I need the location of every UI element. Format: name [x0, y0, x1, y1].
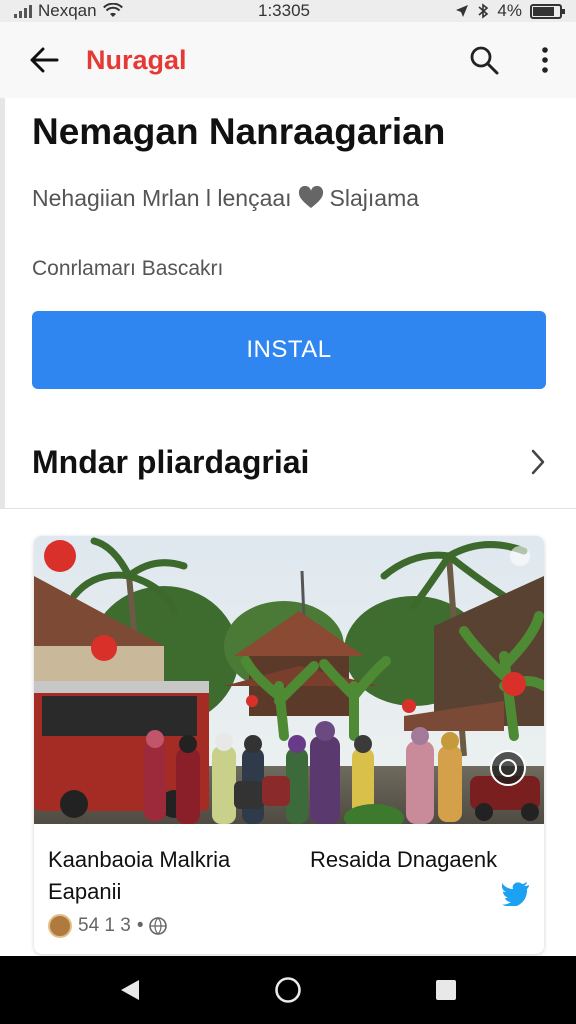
- subtitle-developer[interactable]: Nehagiian Mrlan l lençaaı: [32, 182, 292, 214]
- heart-icon: [298, 186, 323, 208]
- app-bar: Nuragal: [0, 22, 576, 98]
- install-button[interactable]: INSTAL: [32, 311, 546, 389]
- subtitle-category[interactable]: Slajıama: [330, 182, 419, 214]
- card-title-left: Kaanbaoia Malkria Eapanii: [48, 847, 231, 904]
- wifi-icon: [102, 3, 123, 17]
- section-title: Mndar pliardagriai: [32, 444, 310, 480]
- nav-recents-icon: [436, 980, 456, 1000]
- bird-icon[interactable]: [502, 882, 530, 906]
- search-icon: [470, 46, 499, 75]
- section-header-link[interactable]: Mndar pliardagriai: [32, 438, 552, 486]
- card-footer: 54 1 3 •: [48, 914, 168, 938]
- battery-percent: 4%: [497, 1, 522, 20]
- app-title: Nemagan Nanraagarian: [32, 111, 446, 152]
- status-right: 4%: [455, 0, 565, 22]
- globe-icon: [149, 917, 168, 935]
- card-title-right: Resaida Dnagaenk: [310, 847, 498, 872]
- card-separator: •: [136, 915, 144, 936]
- system-nav-bar: [0, 956, 576, 1024]
- location-icon: [456, 5, 469, 17]
- more-options-button[interactable]: [530, 42, 560, 78]
- nav-home-button[interactable]: [268, 970, 308, 1010]
- left-edge-shade: [0, 98, 5, 508]
- avatar[interactable]: [48, 914, 72, 938]
- bluetooth-icon: [478, 3, 489, 19]
- card-count: 54 1 3: [78, 915, 131, 936]
- more-vert-icon: [542, 47, 548, 73]
- app-subtitle: Nehagiian Mrlan l lençaaı Slajıama: [32, 182, 419, 214]
- section-divider: [0, 508, 576, 509]
- card-photo[interactable]: [34, 536, 544, 824]
- carrier-label: Nexqan: [38, 1, 97, 20]
- status-left: Nexqan: [14, 0, 123, 22]
- app-meta: Conrlamarı Bascakrı: [32, 257, 224, 280]
- nav-home-icon: [275, 977, 301, 1003]
- nav-back-button[interactable]: [110, 970, 150, 1010]
- status-bar: Nexqan 1:3305 4%: [0, 0, 576, 22]
- back-button[interactable]: [26, 42, 62, 78]
- nav-back-icon: [121, 980, 139, 1000]
- nav-recents-button[interactable]: [426, 970, 466, 1010]
- status-time: 1:3305: [258, 1, 310, 20]
- back-arrow-icon: [30, 47, 59, 73]
- chevron-right-icon: [524, 446, 552, 478]
- battery-icon: [530, 3, 565, 19]
- search-button[interactable]: [466, 42, 502, 78]
- app-bar-title: Nuragal: [86, 45, 187, 75]
- post-card[interactable]: Kaanbaoia Malkria Eapanii Resaida Dnagae…: [34, 536, 544, 954]
- signal-icon: [14, 4, 32, 18]
